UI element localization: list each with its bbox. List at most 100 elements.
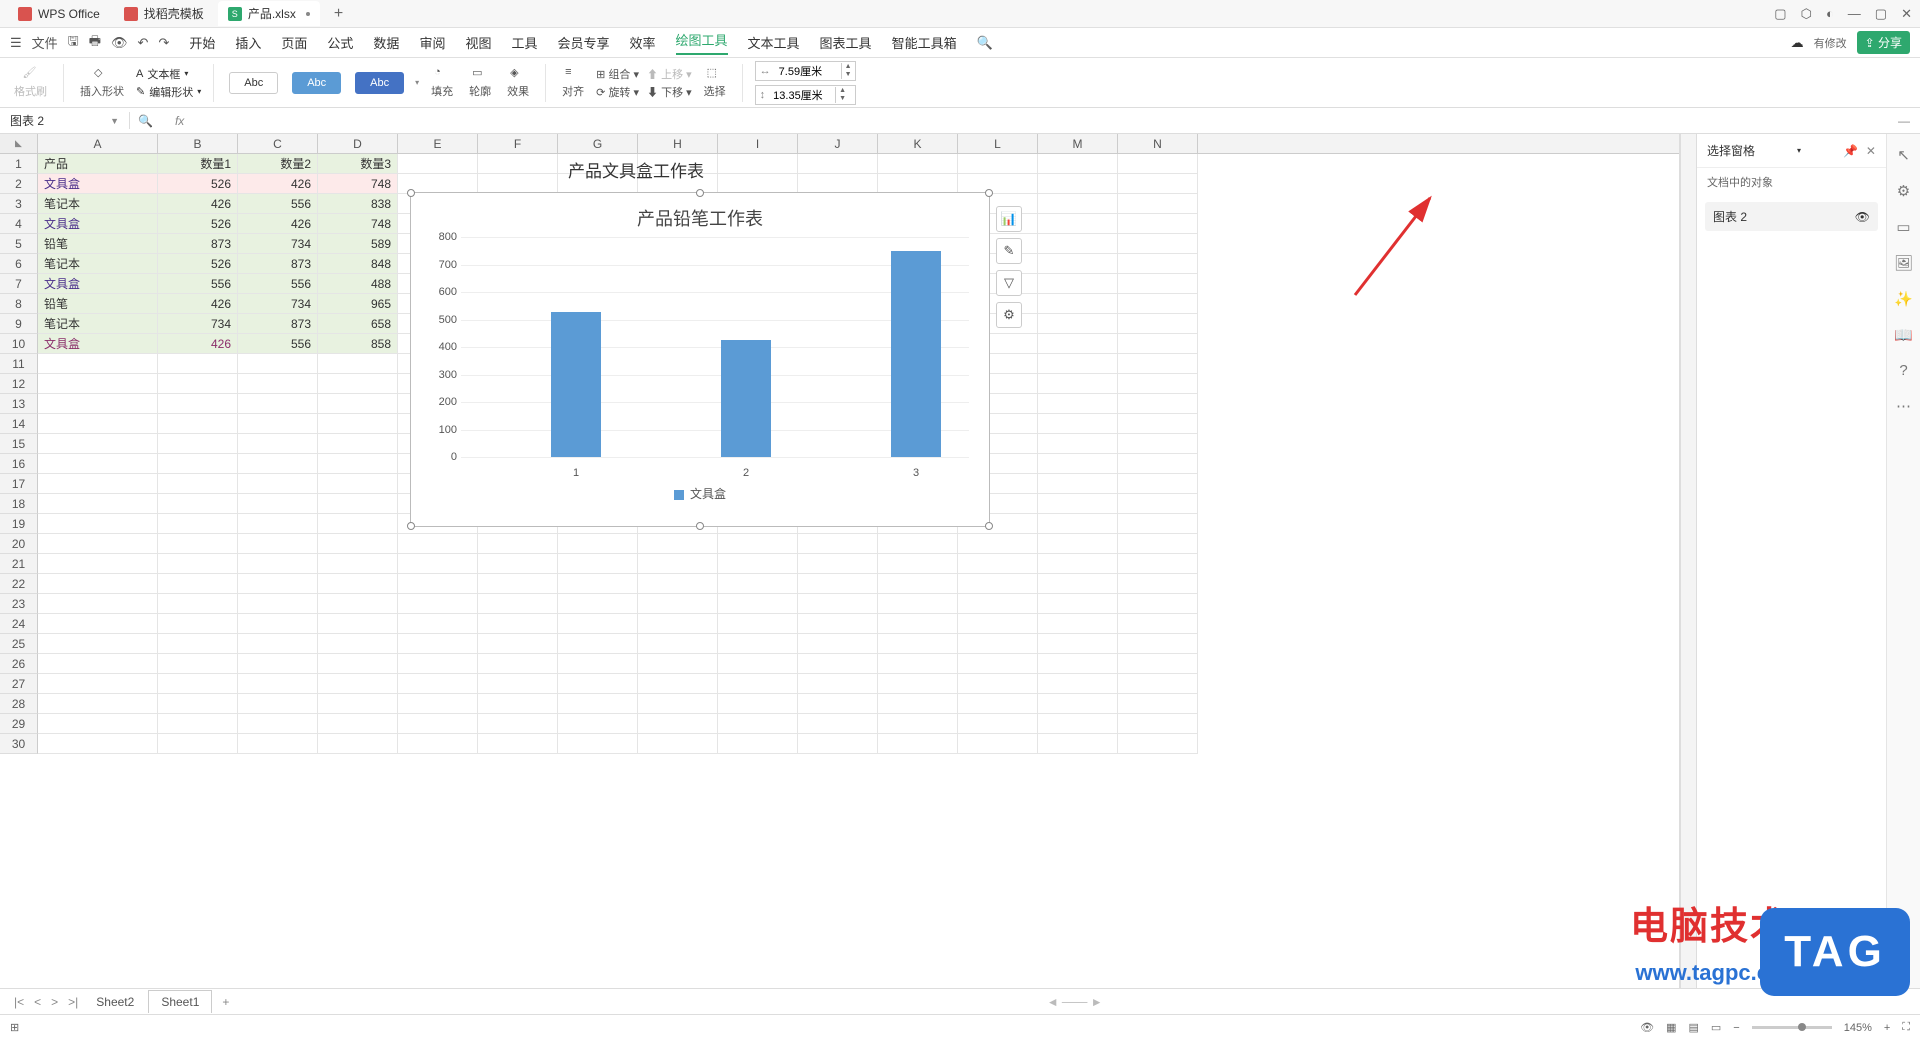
cell[interactable] xyxy=(318,414,398,434)
cell[interactable] xyxy=(158,354,238,374)
cell[interactable] xyxy=(638,654,718,674)
cell[interactable] xyxy=(398,594,478,614)
cell[interactable] xyxy=(798,674,878,694)
cell[interactable] xyxy=(238,614,318,634)
cell[interactable] xyxy=(878,154,958,174)
cell[interactable] xyxy=(318,374,398,394)
cell[interactable] xyxy=(398,694,478,714)
row-header[interactable]: 3 xyxy=(0,194,38,214)
cell[interactable] xyxy=(38,414,158,434)
cell[interactable] xyxy=(958,694,1038,714)
cell[interactable] xyxy=(38,674,158,694)
cell[interactable] xyxy=(38,554,158,574)
app-tab[interactable]: WPS Office xyxy=(8,3,110,25)
cell[interactable]: 748 xyxy=(318,174,398,194)
cell[interactable] xyxy=(1118,194,1198,214)
cell[interactable]: 数量1 xyxy=(158,154,238,174)
cell[interactable] xyxy=(318,714,398,734)
cell[interactable]: 873 xyxy=(238,314,318,334)
cell[interactable] xyxy=(1118,214,1198,234)
name-box[interactable]: 图表 2 ▼ xyxy=(0,112,130,129)
cell[interactable] xyxy=(718,654,798,674)
resize-handle[interactable] xyxy=(985,522,993,530)
textbox-label[interactable]: 文本框 xyxy=(147,66,180,82)
cell[interactable] xyxy=(398,574,478,594)
cell[interactable] xyxy=(1118,654,1198,674)
cell[interactable] xyxy=(798,174,878,194)
cell[interactable]: 526 xyxy=(158,254,238,274)
cell[interactable]: 589 xyxy=(318,234,398,254)
width-up[interactable]: ▲ xyxy=(842,63,855,71)
preview-icon[interactable]: 👁 xyxy=(111,35,128,51)
row-header[interactable]: 20 xyxy=(0,534,38,554)
cell[interactable] xyxy=(478,554,558,574)
cell[interactable] xyxy=(1038,374,1118,394)
cell[interactable] xyxy=(238,374,318,394)
cell[interactable] xyxy=(1118,554,1198,574)
document-tab[interactable]: S 产品.xlsx xyxy=(218,1,320,26)
fx-label[interactable]: fx xyxy=(161,114,198,128)
file-menu[interactable]: 文件 xyxy=(32,33,58,52)
cell[interactable] xyxy=(318,494,398,514)
cell[interactable] xyxy=(158,554,238,574)
cell[interactable] xyxy=(398,554,478,574)
cell[interactable] xyxy=(1038,254,1118,274)
row-header[interactable]: 10 xyxy=(0,334,38,354)
sheet-tab-sheet2[interactable]: Sheet2 xyxy=(84,991,146,1013)
fullscreen-icon[interactable]: ⛶ xyxy=(1902,1021,1910,1034)
cell[interactable] xyxy=(158,634,238,654)
cell[interactable] xyxy=(158,594,238,614)
cell[interactable] xyxy=(38,474,158,494)
chart-styles-button[interactable]: ✎ xyxy=(996,238,1022,264)
cell[interactable] xyxy=(478,174,558,194)
cell[interactable]: 748 xyxy=(318,214,398,234)
cell[interactable] xyxy=(558,554,638,574)
menu-icon[interactable]: ☰ xyxy=(10,35,22,51)
cell[interactable] xyxy=(878,574,958,594)
new-tab-button[interactable]: + xyxy=(324,5,353,23)
cell[interactable] xyxy=(1118,634,1198,654)
cell[interactable] xyxy=(398,534,478,554)
cell[interactable]: 658 xyxy=(318,314,398,334)
cell[interactable] xyxy=(878,734,958,754)
cell[interactable] xyxy=(1038,554,1118,574)
cell[interactable]: 文具盒 xyxy=(38,274,158,294)
cell[interactable] xyxy=(238,674,318,694)
row-header[interactable]: 16 xyxy=(0,454,38,474)
resize-handle[interactable] xyxy=(407,522,415,530)
cell[interactable] xyxy=(1038,334,1118,354)
cell[interactable] xyxy=(1118,354,1198,374)
cell[interactable]: 734 xyxy=(238,294,318,314)
cell[interactable] xyxy=(1038,394,1118,414)
col-D[interactable]: D xyxy=(318,134,398,153)
resize-handle[interactable] xyxy=(696,522,704,530)
cell[interactable] xyxy=(398,654,478,674)
cell[interactable] xyxy=(638,534,718,554)
row-header[interactable]: 25 xyxy=(0,634,38,654)
search-icon[interactable]: 🔍 xyxy=(977,35,993,51)
cell[interactable] xyxy=(238,354,318,374)
cell[interactable] xyxy=(238,594,318,614)
cell[interactable] xyxy=(1118,614,1198,634)
row-header[interactable]: 22 xyxy=(0,574,38,594)
resize-handle[interactable] xyxy=(985,189,993,197)
cell[interactable] xyxy=(558,714,638,734)
cell[interactable] xyxy=(558,634,638,654)
chart-2[interactable]: 产品铅笔工作表 0100200300400500600700800123 文具盒 xyxy=(410,192,990,527)
sheet-nav-first[interactable]: |< xyxy=(10,995,28,1009)
cell[interactable] xyxy=(318,674,398,694)
bar[interactable] xyxy=(551,312,601,457)
col-A[interactable]: A xyxy=(38,134,158,153)
cell[interactable] xyxy=(158,714,238,734)
cell[interactable] xyxy=(318,394,398,414)
row-header[interactable]: 29 xyxy=(0,714,38,734)
cell[interactable]: 556 xyxy=(238,334,318,354)
cell[interactable]: 数量3 xyxy=(318,154,398,174)
cell[interactable] xyxy=(158,694,238,714)
rail-panel-icon[interactable]: ▭ xyxy=(1896,218,1910,236)
save-icon[interactable]: 🖫 xyxy=(68,32,79,54)
cell[interactable] xyxy=(478,534,558,554)
cell[interactable] xyxy=(478,614,558,634)
cell[interactable] xyxy=(38,514,158,534)
cell[interactable] xyxy=(878,674,958,694)
